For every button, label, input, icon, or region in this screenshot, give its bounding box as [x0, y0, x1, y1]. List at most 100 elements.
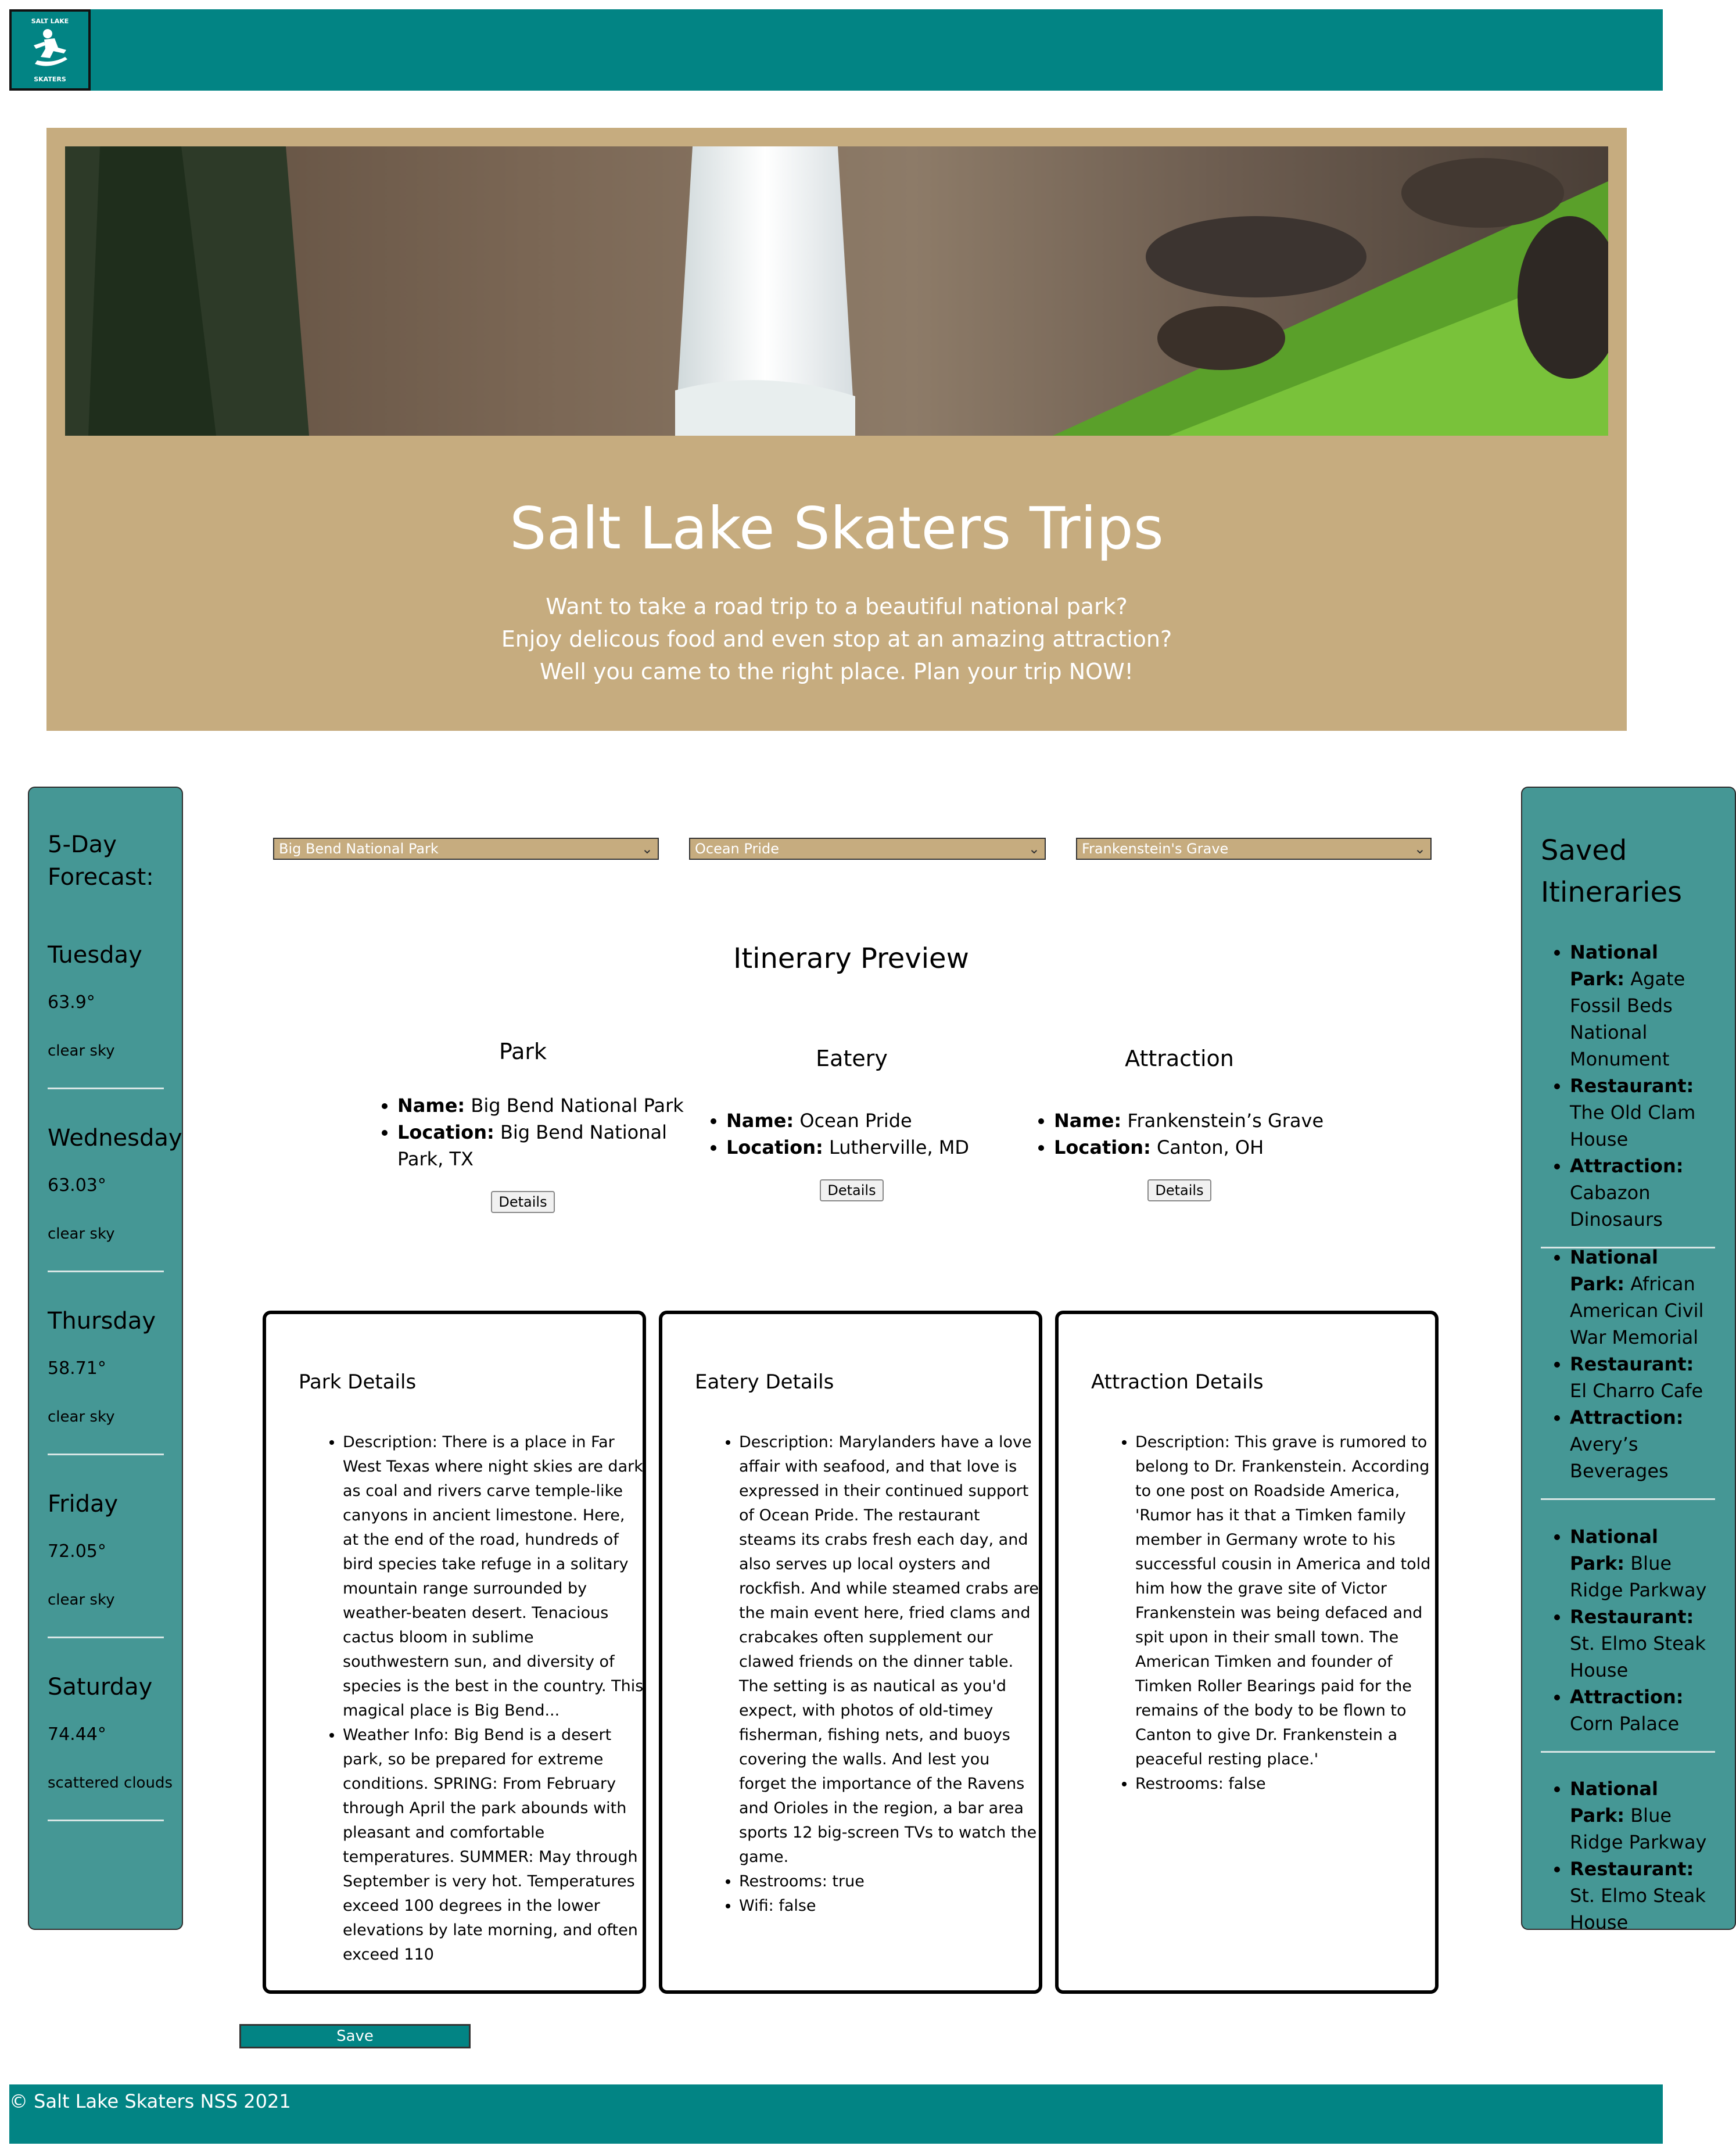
divider — [48, 1820, 164, 1821]
chevron-down-icon: ⌄ — [1028, 841, 1040, 857]
attraction-label: Attraction: — [1570, 1686, 1684, 1708]
saved-attraction: Attraction: Cabazon Dinosaurs — [1570, 1153, 1715, 1233]
itinerary-preview-title: Itinerary Preview — [733, 942, 969, 975]
attraction-select-value: Frankenstein's Grave — [1082, 841, 1229, 857]
saved-park: National Park: Blue Ridge Parkway — [1570, 1523, 1715, 1603]
forecast-day-name: Thursday — [48, 1308, 156, 1334]
forecast-temp: 58.71° — [48, 1358, 106, 1379]
attraction-details-button[interactable]: Details — [1147, 1179, 1211, 1201]
saved-park: National Park: Blue Ridge Parkway — [1570, 1775, 1715, 1856]
saved-restaurant-value: El Charro Cafe — [1570, 1380, 1703, 1402]
park-weather: Big Bend is a desert park, so be prepare… — [343, 1726, 638, 1964]
forecast-temp: 74.44° — [48, 1724, 106, 1745]
saved-attraction: Attraction: Corn Palace — [1570, 1684, 1715, 1737]
brand-logo[interactable]: SALT LAKE SKATERS — [9, 9, 91, 91]
saved-itinerary[interactable]: National Park: Blue Ridge Parkway Restau… — [1541, 1523, 1715, 1753]
forecast-desc: clear sky — [48, 1225, 115, 1243]
attraction-label: Attraction: — [1570, 1155, 1684, 1177]
park-select[interactable]: Big Bend National Park ⌄ — [273, 838, 659, 860]
list-item: Location: Canton, OH — [1054, 1134, 1342, 1161]
attraction-label: Attraction: — [1570, 1406, 1684, 1429]
forecast-title: 5-Day Forecast: — [48, 828, 154, 894]
divider — [48, 1271, 164, 1272]
saved-itinerary[interactable]: National Park: Blue Ridge Parkway Restau… — [1541, 1775, 1715, 1930]
eatery-description: Marylanders have a love affair with seaf… — [739, 1433, 1039, 1866]
saved-restaurant: Restaurant: The Old Clam House — [1570, 1072, 1715, 1153]
saved-attraction-value: Avery’s Beverages — [1570, 1433, 1669, 1482]
copyright-text: © Salt Lake Skaters NSS 2021 — [9, 2090, 291, 2112]
park-details-heading: Park Details — [299, 1370, 417, 1394]
footer: © Salt Lake Skaters NSS 2021 — [9, 2084, 1663, 2144]
forecast-desc: clear sky — [48, 1042, 115, 1060]
list-item: Wifi: false — [739, 1894, 1039, 1918]
name-label: Name: — [1054, 1110, 1122, 1132]
saved-restaurant-value: St. Elmo Steak House — [1570, 1885, 1706, 1930]
preview-park-heading: Park — [498, 1039, 547, 1064]
forecast-temp: 63.03° — [48, 1175, 106, 1196]
attraction-details-heading: Attraction Details — [1091, 1370, 1264, 1394]
saved-itineraries-sidebar[interactable]: Saved Itineraries National Park: Agate F… — [1521, 787, 1736, 1930]
restrooms-label: Restrooms: — [739, 1872, 827, 1890]
description-label: Description: — [343, 1433, 437, 1451]
saved-restaurant-value: The Old Clam House — [1570, 1101, 1696, 1150]
list-item: Location: Lutherville, MD — [726, 1134, 1014, 1161]
saved-itinerary[interactable]: National Park: Agate Fossil Beds Nationa… — [1541, 939, 1715, 1248]
saved-park: National Park: African American Civil Wa… — [1570, 1244, 1715, 1351]
preview-eatery: Eatery Name: Ocean Pride Location: Luthe… — [689, 1042, 1014, 1201]
preview-attraction-heading: Attraction — [1125, 1046, 1234, 1071]
park-details-button[interactable]: Details — [491, 1191, 555, 1213]
chevron-down-icon: ⌄ — [1414, 841, 1426, 857]
location-label: Location: — [397, 1121, 494, 1143]
restrooms-label: Restrooms: — [1135, 1775, 1224, 1793]
attraction-restrooms: false — [1228, 1775, 1266, 1793]
name-label: Name: — [397, 1095, 465, 1117]
divider — [48, 1454, 164, 1455]
hero-banner: Salt Lake Skaters Trips Want to take a r… — [46, 128, 1627, 731]
forecast-day-name: Saturday — [48, 1674, 153, 1700]
divider — [48, 1088, 164, 1089]
restaurant-label: Restaurant: — [1570, 1353, 1694, 1375]
forecast-day: Wednesday 63.03° clear sky — [48, 1122, 182, 1272]
list-item: Name: Big Bend National Park — [397, 1092, 686, 1119]
list-item: Name: Ocean Pride — [726, 1107, 1014, 1134]
preview-attraction-list: Name: Frankenstein’s Grave Location: Can… — [1017, 1107, 1342, 1161]
saved-title-line: Saved — [1541, 834, 1627, 867]
top-navbar — [9, 9, 1663, 91]
description-label: Description: — [1135, 1433, 1230, 1451]
location-label: Location: — [726, 1136, 823, 1158]
forecast-day-name: Wednesday — [48, 1125, 182, 1151]
saved-itinerary[interactable]: National Park: African American Civil Wa… — [1541, 1244, 1715, 1500]
park-details-card: Park Details Description: There is a pla… — [263, 1311, 646, 1994]
eatery-wifi: false — [779, 1897, 816, 1915]
saved-attraction: Attraction: Avery’s Beverages — [1570, 1404, 1715, 1484]
park-description: There is a place in Far West Texas where… — [343, 1433, 644, 1720]
list-item: Location: Big Bend National Park, TX — [397, 1119, 686, 1172]
eatery-details-button[interactable]: Details — [820, 1179, 884, 1201]
description-label: Description: — [739, 1433, 834, 1451]
attraction-select[interactable]: Frankenstein's Grave ⌄ — [1076, 838, 1432, 860]
list-item: Description: This grave is rumored to be… — [1135, 1430, 1435, 1772]
forecast-temp: 72.05° — [48, 1541, 106, 1562]
saved-restaurant: Restaurant: El Charro Cafe — [1570, 1351, 1715, 1404]
list-item: Restrooms: true — [739, 1869, 1039, 1894]
divider — [1541, 1498, 1715, 1500]
attraction-details-card: Attraction Details Description: This gra… — [1055, 1311, 1439, 1994]
saved-park: National Park: Agate Fossil Beds Nationa… — [1570, 939, 1715, 1072]
attraction-details-list: Description: This grave is rumored to be… — [1091, 1430, 1435, 1796]
logo-top-text: SALT LAKE — [31, 17, 69, 25]
restaurant-label: Restaurant: — [1570, 1075, 1694, 1097]
restaurant-label: Restaurant: — [1570, 1858, 1694, 1880]
restaurant-label: Restaurant: — [1570, 1606, 1694, 1628]
eatery-select[interactable]: Ocean Pride ⌄ — [689, 838, 1046, 860]
forecast-day-name: Friday — [48, 1491, 119, 1517]
hero-title: Salt Lake Skaters Trips — [510, 494, 1164, 562]
forecast-day: Saturday 74.44° scattered clouds — [48, 1671, 173, 1821]
park-details-list: Description: There is a place in Far Wes… — [299, 1430, 644, 1967]
save-button[interactable]: Save — [239, 2024, 471, 2048]
saved-restaurant-value: St. Elmo Steak House — [1570, 1632, 1706, 1681]
eatery-details-card: Eatery Details Description: Marylanders … — [659, 1311, 1042, 1994]
weather-label: Weather Info: — [343, 1726, 449, 1744]
hero-intro: Want to take a road trip to a beautiful … — [46, 590, 1627, 688]
list-item: Description: Marylanders have a love aff… — [739, 1430, 1039, 1869]
forecast-title-line: 5-Day — [48, 831, 117, 858]
